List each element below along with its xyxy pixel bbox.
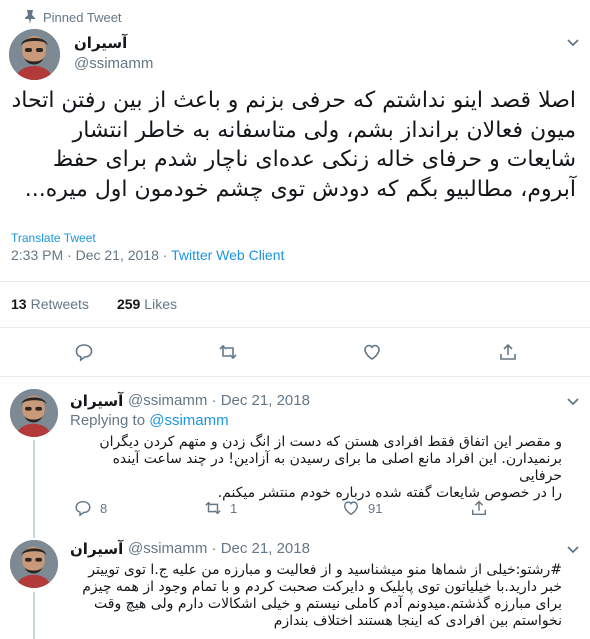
tweet-timestamp[interactable]: 2:33 PM · Dec 21, 2018 · — [11, 247, 171, 263]
pinned-label-row: Pinned Tweet — [25, 8, 122, 26]
reply-text-line: نخواستم بین افرادی که اینجا هستند اختلاف… — [273, 613, 562, 629]
tweet-metadata: 2:33 PM · Dec 21, 2018 · Twitter Web Cli… — [11, 247, 284, 263]
tweet-text: اصلا قصد اینو نداشتم که حرفی بزنم و باعث… — [10, 86, 577, 204]
reply-display-name[interactable]: آسیران — [70, 540, 123, 558]
retweets-stat[interactable]: 13 Retweets — [11, 296, 89, 312]
avatar[interactable] — [9, 29, 60, 80]
divider — [0, 281, 590, 282]
reply-text-line: خبر دارید.با خیلیاتون توی پابلیک و دایرک… — [82, 579, 562, 595]
translate-tweet-link[interactable]: Translate Tweet — [11, 231, 96, 245]
pinned-text: Pinned Tweet — [43, 9, 122, 25]
share-icon[interactable] — [498, 342, 518, 362]
reply-action[interactable]: 8 — [74, 499, 107, 517]
retweet-icon[interactable] — [218, 342, 238, 362]
reply-text: #رشتو:خیلی از شماها منو میشناسید و از فع… — [66, 562, 562, 630]
thread-line — [33, 440, 35, 538]
chevron-down-icon[interactable] — [566, 545, 580, 555]
reply-text: و مقصر این اتفاق فقط افرادی هستن که دست … — [66, 434, 562, 502]
reply-text-line: برای مبارزه گذشتم.میدونم آدم کاملی نیستم… — [94, 596, 562, 612]
divider — [0, 376, 590, 377]
tweet-text-line: میون فعالان برانداز بشم، ولی متاسفانه به… — [72, 117, 576, 143]
chevron-down-icon[interactable] — [566, 397, 580, 407]
reply-text-line: #رشتو:خیلی از شماها منو میشناسید و از فع… — [88, 562, 562, 578]
reply-icon[interactable] — [74, 342, 94, 362]
share-icon[interactable] — [470, 499, 488, 517]
tweet-actions — [0, 342, 590, 364]
chevron-down-icon[interactable] — [566, 38, 580, 48]
replying-to: Replying to @ssimamm — [70, 412, 229, 429]
replying-prefix: Replying to — [70, 412, 150, 429]
reply-text-line: برنمیدارن. این افراد مانع اصلی ما برای ر… — [112, 451, 562, 484]
likes-stat[interactable]: 259 Likes — [117, 296, 177, 312]
display-name[interactable]: آسیران — [74, 34, 127, 52]
reply-handle[interactable]: @ssimamm · Dec 21, 2018 — [128, 392, 310, 409]
reply-actions: 8 1 91 — [74, 498, 494, 518]
likes-count: 259 — [116, 296, 141, 312]
user-handle[interactable]: @ssimamm — [74, 55, 153, 72]
reply-display-name[interactable]: آسیران — [70, 392, 123, 410]
reply-count: 8 — [100, 500, 108, 516]
reply-handle[interactable]: @ssimamm · Dec 21, 2018 — [128, 540, 310, 557]
tweet-text-line: آبروم، مطالبیو بگم که دودش توی چشم خودمو… — [24, 176, 576, 202]
avatar[interactable] — [10, 389, 58, 437]
retweet-count: 1 — [230, 500, 238, 516]
reply-text-line: و مقصر این اتفاق فقط افرادی هستن که دست … — [99, 434, 562, 450]
like-icon[interactable] — [362, 342, 382, 362]
pin-icon — [25, 10, 35, 24]
divider — [0, 327, 590, 328]
retweet-action[interactable]: 1 — [204, 499, 237, 517]
like-count: 91 — [368, 500, 383, 516]
like-icon — [343, 501, 359, 516]
thread-line — [33, 592, 35, 639]
tweet-text-line: شایعات و حرفای خاله زنکی عده‌ای ناچار شد… — [52, 147, 576, 172]
like-action[interactable]: 91 — [342, 499, 382, 517]
tweet-text-line: اصلا قصد اینو نداشتم که حرفی بزنم و باعث… — [11, 88, 577, 113]
tweet-client-link[interactable]: Twitter Web Client — [171, 247, 284, 263]
reply-icon — [75, 500, 91, 517]
retweets-label: Retweets — [30, 296, 89, 312]
replying-to-link[interactable]: @ssimamm — [149, 412, 228, 429]
retweets-count: 13 — [11, 296, 27, 312]
likes-label: Likes — [144, 296, 177, 312]
retweet-icon — [205, 501, 221, 515]
tweet-stats: 13 Retweets 259 Likes — [11, 296, 177, 312]
avatar[interactable] — [10, 540, 58, 588]
